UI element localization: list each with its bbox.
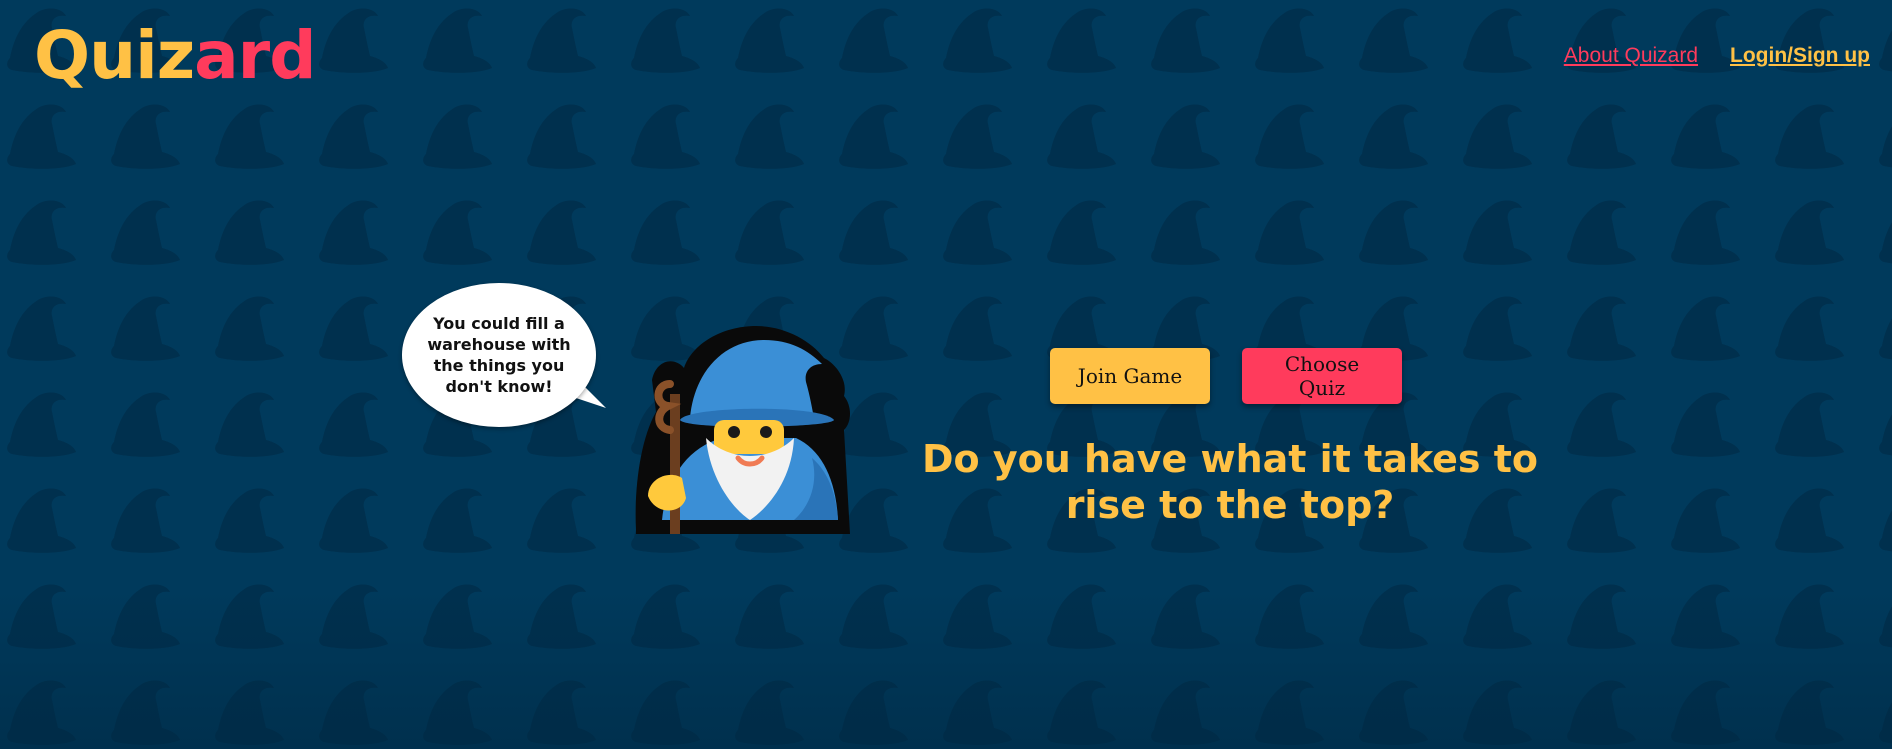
top-nav: About Quizard Login/Sign up [1564,44,1870,68]
join-game-button[interactable]: Join Game [1050,348,1210,404]
quizard-logo[interactable]: Quizard [34,17,316,94]
about-quizard-link[interactable]: About Quizard [1564,44,1698,68]
action-buttons: Join Game Choose Quiz [1050,348,1402,404]
speech-bubble: You could fill a warehouse with the thin… [402,283,596,427]
login-signup-link[interactable]: Login/Sign up [1730,44,1870,68]
wizard-mascot-icon [635,326,850,534]
speech-bubble-text: You could fill a warehouse with the thin… [427,314,571,396]
choose-quiz-button[interactable]: Choose Quiz [1242,348,1402,404]
tagline: Do you have what it takes to rise to the… [921,437,1539,527]
logo-part-ard: ard [194,17,316,94]
bottom-shade [0,589,1892,749]
logo-part-quiz: Quiz [34,17,195,94]
